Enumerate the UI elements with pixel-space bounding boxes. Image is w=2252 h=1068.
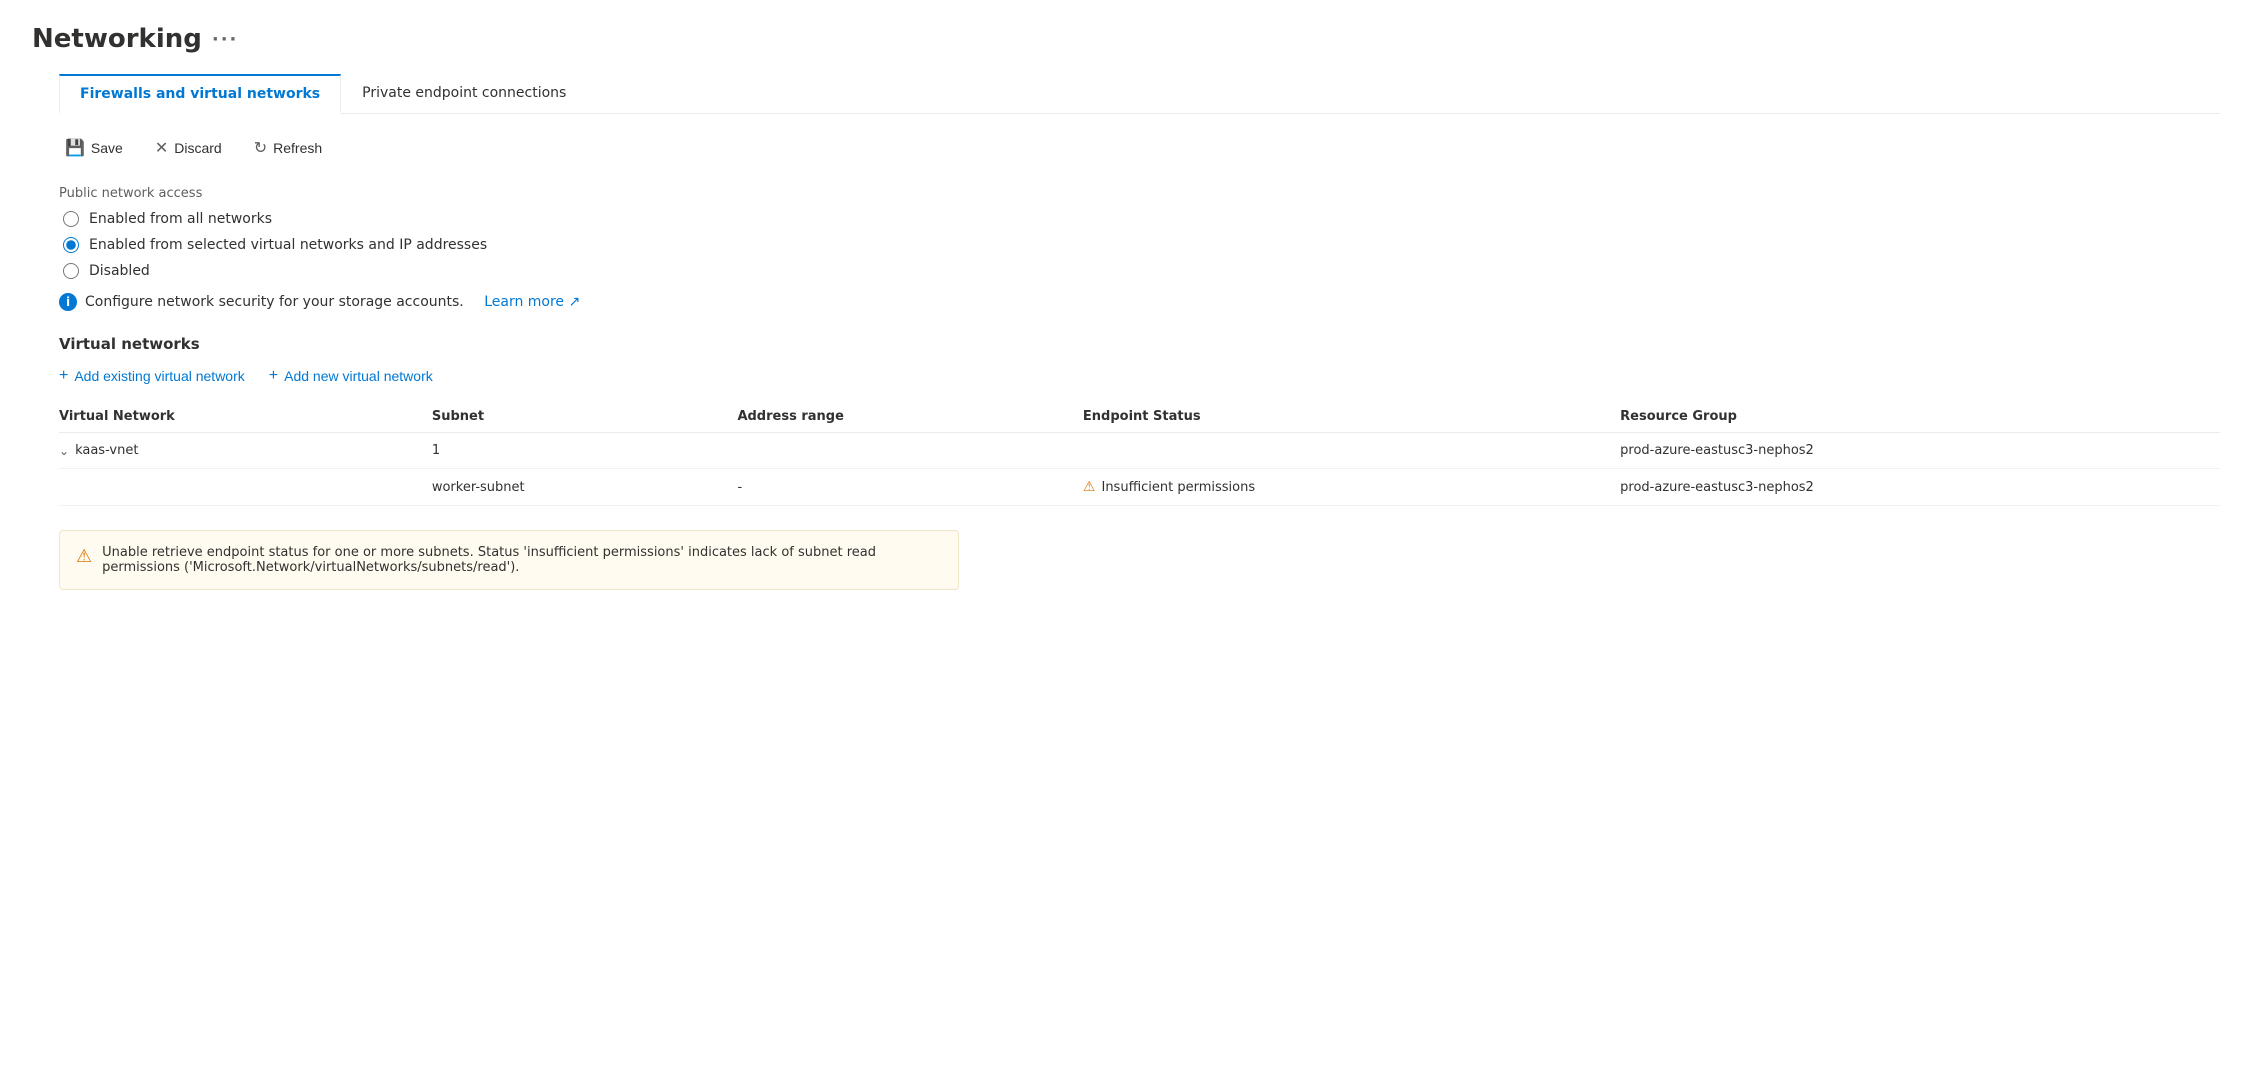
add-new-vnet-button[interactable]: + Add new virtual network (269, 367, 433, 385)
col-resource-group: Resource Group (1620, 401, 2220, 433)
refresh-icon: ↻ (254, 138, 267, 158)
endpoint-status-text: Insufficient permissions (1101, 480, 1255, 495)
radio-selected-networks[interactable]: Enabled from selected virtual networks a… (63, 237, 2220, 253)
save-label: Save (91, 140, 123, 156)
vnet-resource-group: prod-azure-eastusc3-nephos2 (1620, 433, 2220, 469)
child-vnet-name (59, 469, 432, 506)
content-area: Firewalls and virtual networks Private e… (59, 74, 2220, 590)
vnet-name: kaas-vnet (75, 443, 138, 458)
child-subnet: worker-subnet (432, 469, 738, 506)
radio-selected-networks-label: Enabled from selected virtual networks a… (89, 237, 487, 253)
child-address-range: - (737, 469, 1082, 506)
tab-bar: Firewalls and virtual networks Private e… (59, 74, 2220, 114)
add-existing-vnet-button[interactable]: + Add existing virtual network (59, 367, 245, 385)
info-icon: i (59, 293, 77, 311)
add-existing-vnet-label: Add existing virtual network (74, 368, 244, 384)
warning-banner: ⚠ Unable retrieve endpoint status for on… (59, 530, 959, 590)
warning-icon: ⚠ (1083, 479, 1096, 495)
save-icon: 💾 (65, 138, 85, 158)
radio-disabled-label: Disabled (89, 263, 150, 279)
col-endpoint-status: Endpoint Status (1083, 401, 1620, 433)
table-row: ⌄ kaas-vnet 1 prod-azure-eastusc3-nephos… (59, 433, 2220, 469)
table-row: worker-subnet - ⚠ Insufficient permissio… (59, 469, 2220, 506)
child-resource-group: prod-azure-eastusc3-nephos2 (1620, 469, 2220, 506)
virtual-networks-title: Virtual networks (59, 335, 2220, 353)
discard-icon: ✕ (155, 138, 168, 158)
tab-private-endpoints[interactable]: Private endpoint connections (341, 74, 587, 114)
refresh-label: Refresh (273, 140, 322, 156)
radio-disabled-input[interactable] (63, 263, 79, 279)
vnet-table: Virtual Network Subnet Address range End… (59, 401, 2220, 506)
action-links: + Add existing virtual network + Add new… (59, 367, 2220, 385)
plus-icon-existing: + (59, 367, 68, 385)
discard-label: Discard (174, 140, 221, 156)
radio-all-networks-input[interactable] (63, 211, 79, 227)
refresh-button[interactable]: ↻ Refresh (248, 134, 328, 162)
col-subnet: Subnet (432, 401, 738, 433)
add-new-vnet-label: Add new virtual network (284, 368, 433, 384)
radio-group: Enabled from all networks Enabled from s… (63, 211, 2220, 279)
save-button[interactable]: 💾 Save (59, 134, 129, 162)
page-title: Networking (32, 24, 202, 54)
table-header-row: Virtual Network Subnet Address range End… (59, 401, 2220, 433)
radio-selected-networks-input[interactable] (63, 237, 79, 253)
warning-banner-text: Unable retrieve endpoint status for one … (102, 545, 942, 575)
col-address-range: Address range (737, 401, 1082, 433)
public-network-access-section: Public network access Enabled from all n… (59, 186, 2220, 311)
vnet-subnet-count: 1 (432, 433, 738, 469)
radio-all-networks[interactable]: Enabled from all networks (63, 211, 2220, 227)
page-title-area: Networking ··· (32, 24, 2220, 54)
tab-firewalls[interactable]: Firewalls and virtual networks (59, 74, 341, 114)
learn-more-link[interactable]: Learn more ↗ (484, 294, 580, 310)
vnet-endpoint-status (1083, 433, 1620, 469)
plus-icon-new: + (269, 367, 278, 385)
radio-all-networks-label: Enabled from all networks (89, 211, 272, 227)
info-banner: i Configure network security for your st… (59, 293, 2220, 311)
col-virtual-network: Virtual Network (59, 401, 432, 433)
virtual-networks-section: Virtual networks + Add existing virtual … (59, 335, 2220, 506)
vnet-name-cell: ⌄ kaas-vnet (59, 433, 432, 469)
discard-button[interactable]: ✕ Discard (149, 134, 228, 162)
ellipsis-icon: ··· (212, 29, 239, 50)
child-endpoint-status: ⚠ Insufficient permissions (1083, 469, 1620, 506)
main-container: ‹ Firewalls and virtual networks Private… (32, 74, 2220, 590)
info-text: Configure network security for your stor… (85, 294, 464, 310)
radio-disabled[interactable]: Disabled (63, 263, 2220, 279)
expand-icon[interactable]: ⌄ (59, 444, 69, 458)
warning-banner-icon: ⚠ (76, 546, 92, 567)
public-network-access-label: Public network access (59, 186, 2220, 201)
toolbar: 💾 Save ✕ Discard ↻ Refresh (59, 134, 2220, 162)
vnet-address-range (737, 433, 1082, 469)
